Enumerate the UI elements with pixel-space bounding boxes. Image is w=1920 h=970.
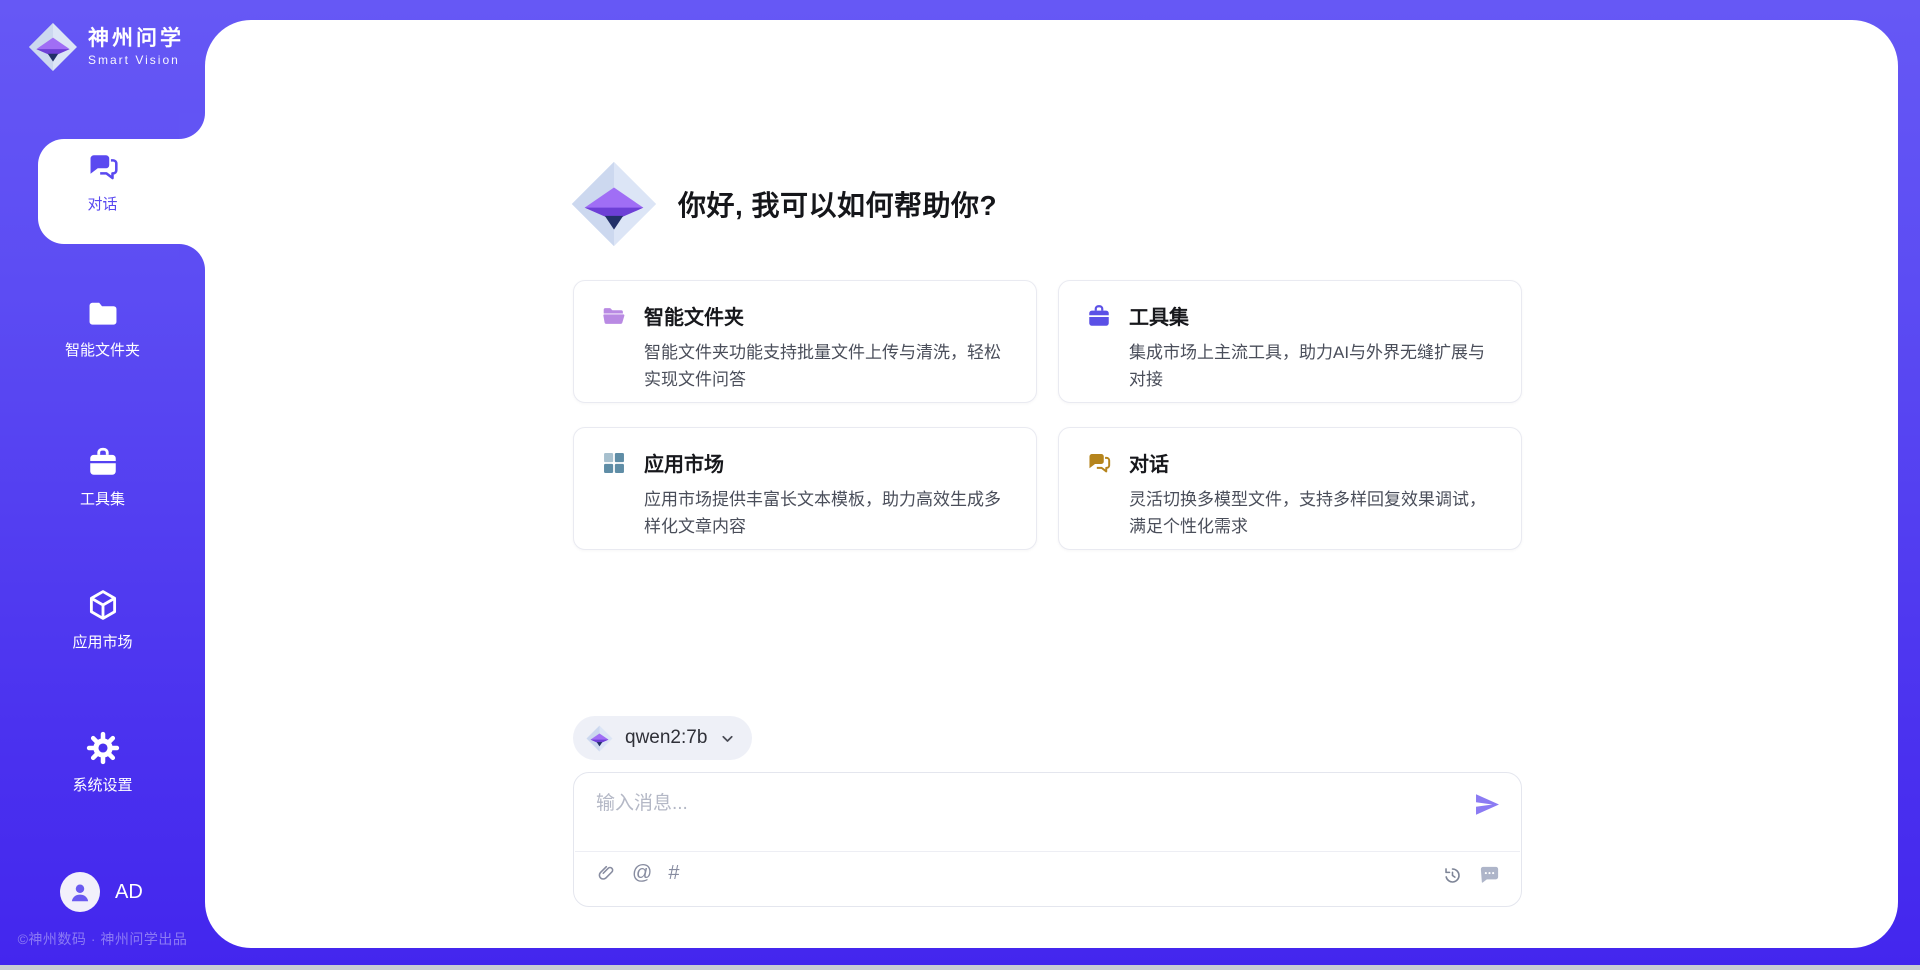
model-selector[interactable]: qwen2:7b bbox=[573, 716, 752, 760]
sidebar-item-label: 工具集 bbox=[80, 488, 125, 509]
card-title: 对话 bbox=[1129, 448, 1169, 477]
at-mention-icon[interactable]: @ bbox=[632, 863, 652, 883]
card-title: 智能文件夹 bbox=[644, 301, 744, 330]
app-window: 神州问学 Smart Vision 对话 智能文件夹 工具集 应用市场 系统设置… bbox=[0, 0, 1920, 970]
tab-curve-top bbox=[179, 113, 205, 139]
feedback-bubble-icon[interactable] bbox=[1478, 864, 1501, 887]
greeting: 你好, 我可以如何帮助你? bbox=[570, 160, 997, 248]
sidebar-item-label: 智能文件夹 bbox=[65, 339, 140, 360]
sidebar-item-app-market[interactable]: 应用市场 bbox=[0, 588, 205, 652]
brand-diamond-icon bbox=[28, 22, 78, 72]
sidebar-item-chat[interactable]: 对话 bbox=[0, 150, 205, 214]
sidebar-item-label: 对话 bbox=[87, 193, 117, 214]
paperclip-icon[interactable] bbox=[596, 863, 616, 883]
card-chat[interactable]: 对话 灵活切换多模型文件，支持多样回复效果调试，满足个性化需求 bbox=[1058, 427, 1522, 550]
brand-name: 神州问学 bbox=[88, 27, 184, 50]
model-name: qwen2:7b bbox=[625, 727, 707, 749]
brand-logo: 神州问学 Smart Vision bbox=[28, 22, 184, 72]
copyright-footer: ©神州数码 · 神州问学出品 bbox=[0, 929, 205, 949]
card-description: 集成市场上主流工具，助力AI与外界无缝扩展与对接 bbox=[1129, 339, 1497, 393]
message-input[interactable] bbox=[596, 788, 1446, 844]
sidebar-item-smart-folder[interactable]: 智能文件夹 bbox=[0, 296, 205, 360]
composer-right-toolbar bbox=[1442, 864, 1501, 887]
sidebar-item-label: 系统设置 bbox=[72, 774, 132, 795]
message-composer: @ # bbox=[573, 772, 1522, 907]
person-icon bbox=[67, 879, 93, 905]
avatar bbox=[60, 872, 100, 912]
window-bottom-edge bbox=[0, 965, 1920, 970]
card-toolset[interactable]: 工具集 集成市场上主流工具，助力AI与外界无缝扩展与对接 bbox=[1058, 280, 1522, 403]
briefcase-icon bbox=[1086, 303, 1112, 329]
sidebar-item-label: 应用市场 bbox=[72, 631, 132, 652]
brand-subtitle: Smart Vision bbox=[88, 53, 184, 67]
briefcase-icon bbox=[86, 445, 120, 479]
card-title: 工具集 bbox=[1129, 301, 1189, 330]
chevron-down-icon bbox=[719, 730, 736, 747]
folder-icon bbox=[86, 296, 120, 330]
sidebar-item-toolset[interactable]: 工具集 bbox=[0, 445, 205, 509]
greeting-text: 你好, 我可以如何帮助你? bbox=[678, 184, 997, 224]
gear-icon bbox=[86, 731, 120, 765]
card-title: 应用市场 bbox=[644, 448, 724, 477]
chat-icon bbox=[1086, 450, 1112, 476]
card-description: 智能文件夹功能支持批量文件上传与清洗，轻松实现文件问答 bbox=[644, 339, 1012, 393]
sidebar-item-settings[interactable]: 系统设置 bbox=[0, 731, 205, 795]
history-icon[interactable] bbox=[1442, 865, 1463, 886]
card-description: 灵活切换多模型文件，支持多样回复效果调试，满足个性化需求 bbox=[1129, 486, 1497, 540]
card-smart-folder[interactable]: 智能文件夹 智能文件夹功能支持批量文件上传与清洗，轻松实现文件问答 bbox=[573, 280, 1037, 403]
card-app-market[interactable]: 应用市场 应用市场提供丰富长文本模板，助力高效生成多样化文章内容 bbox=[573, 427, 1037, 550]
user-account[interactable]: AD bbox=[60, 872, 143, 912]
grid-icon bbox=[601, 450, 627, 476]
model-diamond-icon bbox=[586, 725, 613, 752]
tab-curve-bottom bbox=[179, 244, 205, 270]
greeting-diamond-icon bbox=[570, 160, 658, 248]
feature-cards: 智能文件夹 智能文件夹功能支持批量文件上传与清洗，轻松实现文件问答 工具集 集成… bbox=[573, 280, 1522, 550]
cube-icon bbox=[86, 588, 120, 622]
folder-open-icon bbox=[601, 303, 627, 329]
hash-topic-icon[interactable]: # bbox=[668, 863, 679, 883]
card-description: 应用市场提供丰富长文本模板，助力高效生成多样化文章内容 bbox=[644, 486, 1012, 540]
composer-toolbar: @ # bbox=[596, 863, 679, 883]
send-icon bbox=[1473, 790, 1502, 819]
send-button[interactable] bbox=[1473, 790, 1502, 819]
user-initials: AD bbox=[115, 881, 143, 904]
composer-divider bbox=[575, 851, 1520, 852]
chat-icon bbox=[86, 150, 120, 184]
